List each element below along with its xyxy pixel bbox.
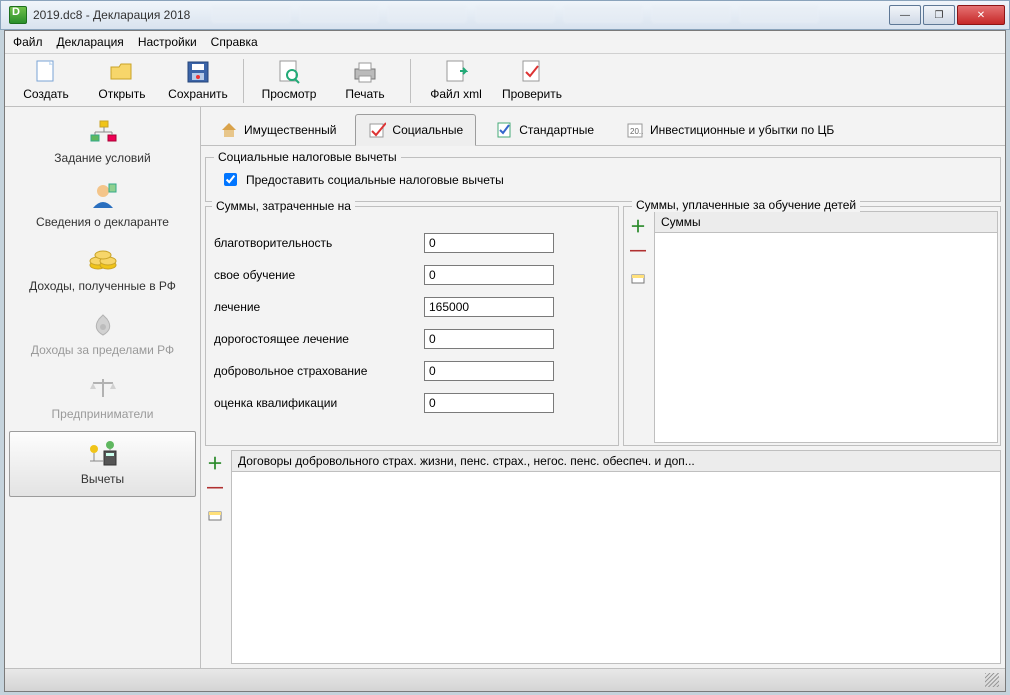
- save-button[interactable]: Сохранить: [163, 57, 233, 103]
- checkbox-icon: [368, 121, 386, 139]
- spent-amounts-group: Суммы, затраченные на благотворительност…: [205, 206, 619, 446]
- menu-declaration[interactable]: Декларация: [57, 35, 124, 49]
- remove-contract-button[interactable]: —: [205, 478, 225, 498]
- sidebar-item-entrepreneurs: Предприниматели: [5, 367, 200, 431]
- floppy-icon: [185, 59, 211, 85]
- sidebar-item-conditions[interactable]: Задание условий: [5, 111, 200, 175]
- sidebar-item-income-foreign: Доходы за пределами РФ: [5, 303, 200, 367]
- add-child-row-button[interactable]: ＋: [628, 215, 648, 235]
- print-button[interactable]: Печать: [330, 57, 400, 103]
- tab-social[interactable]: Социальные: [355, 114, 476, 146]
- contracts-list-header: Договоры добровольного страх. жизни, пен…: [238, 454, 994, 468]
- titlebar: 2019.dc8 - Декларация 2018 — ❐ ✕: [0, 0, 1010, 30]
- charity-label: благотворительность: [214, 236, 424, 250]
- provide-social-checkbox[interactable]: [224, 173, 237, 186]
- open-button[interactable]: Открыть: [87, 57, 157, 103]
- remove-child-row-button[interactable]: —: [628, 241, 648, 261]
- house-icon: [220, 121, 238, 139]
- insurance-label: добровольное страхование: [214, 364, 424, 378]
- preview-icon: [276, 59, 302, 85]
- scales-icon: [89, 373, 117, 403]
- svg-text:20..: 20..: [630, 127, 643, 136]
- sidebar-item-income-rf[interactable]: Доходы, полученные в РФ: [5, 239, 200, 303]
- money-bag-icon: [90, 309, 116, 339]
- xml-file-icon: [443, 59, 469, 85]
- sidebar-item-deductions[interactable]: Вычеты: [9, 431, 196, 497]
- new-file-icon: [33, 59, 59, 85]
- social-deductions-group: Социальные налоговые вычеты Предоставить…: [205, 150, 1001, 202]
- menu-bar: Файл Декларация Настройки Справка: [5, 31, 1005, 54]
- close-button[interactable]: ✕: [957, 5, 1005, 25]
- sidebar: Задание условий Сведения о декларанте До…: [5, 107, 201, 668]
- provide-social-label: Предоставить социальные налоговые вычеты: [246, 173, 504, 187]
- expensive-treatment-input[interactable]: [424, 329, 554, 349]
- tab-invest[interactable]: 20.. Инвестиционные и убытки по ЦБ: [613, 114, 847, 145]
- calendar-icon: 20..: [626, 121, 644, 139]
- children-list-header: Суммы: [661, 215, 991, 229]
- treatment-label: лечение: [214, 300, 424, 314]
- qualification-label: оценка квалификации: [214, 396, 424, 410]
- preview-button[interactable]: Просмотр: [254, 57, 324, 103]
- minimize-button[interactable]: —: [889, 5, 921, 25]
- coins-icon: [88, 245, 118, 275]
- insurance-input[interactable]: [424, 361, 554, 381]
- toolbar: Создать Открыть Сохранить Просмотр Печат…: [5, 54, 1005, 107]
- add-contract-button[interactable]: ＋: [205, 452, 225, 472]
- maximize-button[interactable]: ❐: [923, 5, 955, 25]
- check-button[interactable]: Проверить: [497, 57, 567, 103]
- edit-child-row-button[interactable]: [628, 267, 648, 287]
- tree-icon: [88, 117, 118, 147]
- expensive-treatment-label: дорогостоящее лечение: [214, 332, 424, 346]
- charity-input[interactable]: [424, 233, 554, 253]
- menu-settings[interactable]: Настройки: [138, 35, 197, 49]
- xml-button[interactable]: Файл xml: [421, 57, 491, 103]
- children-education-group: Суммы, уплаченные за обучение детей ＋ — …: [623, 206, 1001, 446]
- folder-open-icon: [109, 59, 135, 85]
- sidebar-item-declarant[interactable]: Сведения о декларанте: [5, 175, 200, 239]
- own-education-label: свое обучение: [214, 268, 424, 282]
- create-button[interactable]: Создать: [11, 57, 81, 103]
- check-icon: [519, 59, 545, 85]
- tab-property[interactable]: Имущественный: [207, 114, 349, 145]
- own-education-input[interactable]: [424, 265, 554, 285]
- qualification-input[interactable]: [424, 393, 554, 413]
- children-list[interactable]: Суммы: [654, 211, 998, 443]
- edit-contract-button[interactable]: [205, 504, 225, 524]
- menu-help[interactable]: Справка: [211, 35, 258, 49]
- menu-file[interactable]: Файл: [13, 35, 43, 49]
- contracts-list[interactable]: Договоры добровольного страх. жизни, пен…: [231, 450, 1001, 664]
- resize-grip-icon[interactable]: [985, 673, 999, 687]
- clipboard-icon: [495, 121, 513, 139]
- status-bar: [5, 668, 1005, 691]
- deductions-icon: [88, 438, 118, 468]
- person-icon: [89, 181, 117, 211]
- app-icon: [9, 6, 27, 24]
- printer-icon: [352, 59, 378, 85]
- tab-standard[interactable]: Стандартные: [482, 114, 607, 145]
- treatment-input[interactable]: [424, 297, 554, 317]
- tab-bar: Имущественный Социальные Стандартные 20.…: [201, 107, 1005, 146]
